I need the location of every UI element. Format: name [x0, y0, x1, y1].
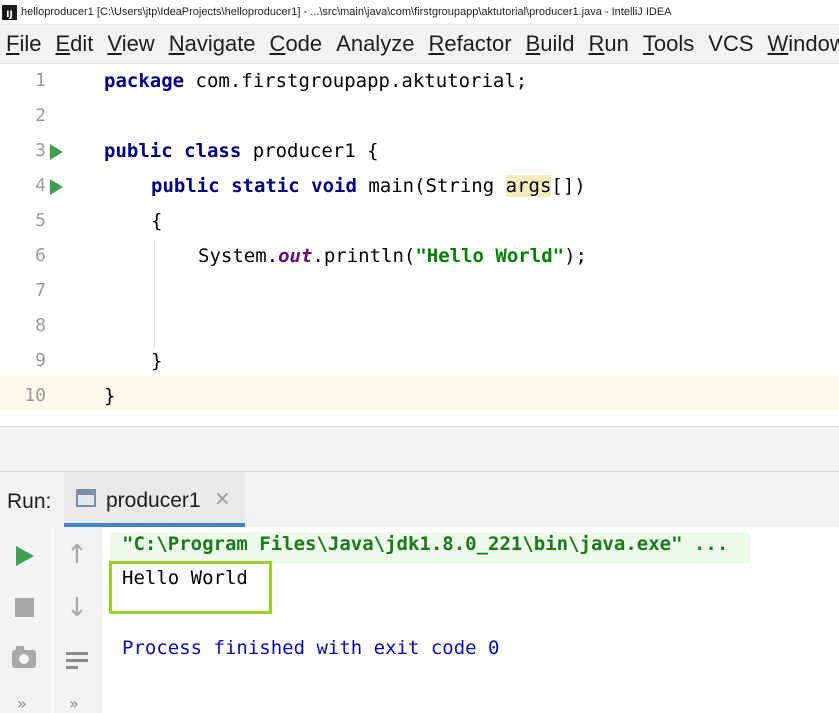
more-actions-icon[interactable]: »	[69, 694, 79, 713]
panel-splitter[interactable]	[0, 426, 839, 471]
line-number: 3	[35, 140, 46, 161]
console-command[interactable]: "C:\Program Files\Java\jdk1.8.0_221\bin\…	[122, 533, 728, 555]
line-number: 6	[35, 245, 46, 266]
code-line-4: public static void main(String args[])	[151, 175, 586, 197]
line-number: 8	[35, 315, 46, 336]
console-icon	[76, 489, 96, 507]
menu-build[interactable]: Build	[526, 31, 575, 57]
menu-edit[interactable]: Edit	[55, 31, 93, 57]
menu-vcs[interactable]: VCS	[708, 31, 753, 57]
code-line-5: {	[151, 210, 163, 232]
stop-icon[interactable]	[15, 598, 34, 617]
run-tab-producer1[interactable]: producer1 ×	[64, 472, 245, 527]
line-number: 1	[35, 70, 46, 91]
run-tab-label: producer1	[106, 489, 201, 512]
code-editor[interactable]: 1 2 3 4 5 6 7 8 9 10 package com.firstgr…	[0, 64, 839, 426]
line-number: 2	[35, 105, 46, 126]
line-number: 7	[35, 280, 46, 301]
line-number: 4	[35, 175, 46, 196]
menu-run[interactable]: Run	[589, 31, 629, 57]
current-line-highlight	[0, 376, 839, 412]
menu-bar: File Edit View Navigate Code Analyze Ref…	[0, 25, 839, 64]
console-exit-message: Process finished with exit code 0	[122, 637, 500, 659]
menu-view[interactable]: View	[107, 31, 154, 57]
code-line-9: }	[151, 350, 163, 372]
run-gutter-icon[interactable]	[50, 179, 63, 195]
param-highlight: args	[505, 175, 552, 197]
code-line-3: public class producer1 {	[104, 140, 379, 162]
indent-guide	[154, 239, 155, 349]
line-number: 10	[24, 385, 46, 406]
menu-analyze[interactable]: Analyze	[336, 31, 414, 57]
code-line-10: }	[104, 385, 116, 407]
menu-window[interactable]: Window	[768, 31, 839, 57]
menu-refactor[interactable]: Refactor	[428, 31, 511, 57]
menu-file[interactable]: File	[6, 31, 41, 57]
menu-navigate[interactable]: Navigate	[169, 31, 256, 57]
line-number: 9	[35, 350, 46, 371]
camera-icon[interactable]	[12, 646, 36, 668]
menu-tools[interactable]: Tools	[643, 31, 694, 57]
line-number: 5	[35, 210, 46, 231]
code-line-1: package com.firstgroupapp.aktutorial;	[104, 70, 528, 92]
intellij-icon: IJ	[2, 4, 17, 20]
up-arrow-icon[interactable]: ↑	[66, 540, 88, 570]
down-arrow-icon[interactable]: ↓	[66, 593, 88, 623]
run-panel-header: Run: producer1 ×	[0, 471, 839, 528]
soft-wrap-icon[interactable]	[64, 648, 90, 674]
title-bar: IJ helloproducer1 [C:\Users\jtp\IdeaProj…	[0, 0, 839, 25]
more-actions-icon[interactable]: »	[17, 694, 27, 713]
menu-code[interactable]: Code	[270, 31, 323, 57]
run-label: Run:	[7, 490, 52, 513]
code-line-6: System.out.println("Hello World");	[198, 245, 587, 267]
rerun-icon[interactable]	[16, 546, 34, 566]
window-title: helloproducer1 [C:\Users\jtp\IdeaProject…	[21, 6, 672, 18]
close-icon[interactable]: ×	[214, 486, 231, 510]
run-gutter-icon[interactable]	[50, 144, 63, 160]
output-highlight-box	[109, 561, 272, 614]
